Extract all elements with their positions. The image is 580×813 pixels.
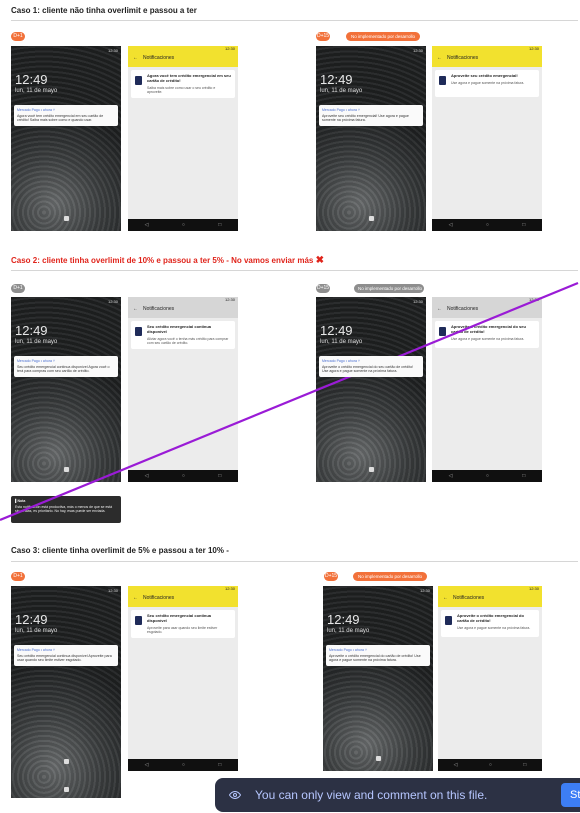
clock: 12:49 <box>15 323 48 338</box>
push-notification[interactable]: Mercado Pago • ahora ˅ Aproveite seu cré… <box>319 105 423 126</box>
notification-app: Mercado Pago • ahora ˅ <box>322 108 360 112</box>
clock: 12:49 <box>15 72 48 87</box>
date: lun, 11 de mayo <box>320 339 363 345</box>
status-bar: 12:30 <box>107 48 118 53</box>
date: lun, 11 de mayo <box>15 628 58 634</box>
lock-icon <box>64 787 69 792</box>
notification-text: Seu crédito emergencial continua disponí… <box>17 365 110 374</box>
clock: 12:49 <box>320 323 353 338</box>
notification-text: Aproveite o crédito emergencial do cartã… <box>329 654 421 663</box>
push-notification[interactable]: Mercado Pago • ahora ˅ Aproveite o crédi… <box>319 356 423 377</box>
date: lun, 11 de mayo <box>15 88 58 94</box>
start-button[interactable]: Sta <box>561 783 580 807</box>
lock-icon <box>369 467 374 472</box>
status-bar: 12:30 <box>107 299 118 304</box>
status-bar: 12:30 <box>412 299 423 304</box>
strike-line-path <box>0 281 579 522</box>
push-notification[interactable]: Mercado Pago • ahora ˅ Aproveite o crédi… <box>326 645 430 666</box>
notification-app: Mercado Pago • ahora ˅ <box>17 648 55 652</box>
lock-icon <box>369 216 374 221</box>
notification-app: Mercado Pago • ahora ˅ <box>17 108 55 112</box>
clock: 12:49 <box>320 72 353 87</box>
push-notification[interactable]: Mercado Pago • ahora ˅ Seu crédito emerg… <box>14 645 118 666</box>
lock-icon <box>376 756 381 761</box>
notification-text: Agora você tem crédito emergencial em se… <box>17 114 104 123</box>
notification-text: Aproveite o crédito emergencial do seu c… <box>322 365 414 374</box>
clock: 12:49 <box>327 612 360 627</box>
notification-text: Seu crédito emergencial continua disponí… <box>17 654 112 663</box>
banner-text: You can only view and comment on this fi… <box>255 788 488 802</box>
date: lun, 11 de mayo <box>327 628 370 634</box>
notification-app: Mercado Pago • ahora ˅ <box>17 359 55 363</box>
push-notification[interactable]: Mercado Pago • ahora ˅ Agora você tem cr… <box>14 105 118 126</box>
lock-icon <box>64 216 69 221</box>
lock-icon <box>64 467 69 472</box>
push-notification[interactable]: Mercado Pago • ahora ˅ Seu crédito emerg… <box>14 356 118 377</box>
eye-icon <box>229 790 241 800</box>
notification-text: Aproveite seu crédito emergencial! Use a… <box>322 114 409 123</box>
notification-app: Mercado Pago • ahora ˅ <box>322 359 360 363</box>
status-bar: 12:30 <box>419 588 430 593</box>
date: lun, 11 de mayo <box>15 339 58 345</box>
status-bar: 12:30 <box>107 588 118 593</box>
date: lun, 11 de mayo <box>320 88 363 94</box>
status-bar: 12:30 <box>412 48 423 53</box>
view-only-banner: You can only view and comment on this fi… <box>215 778 580 812</box>
design-canvas[interactable]: Caso 1: cliente não tinha overlimit e pa… <box>0 0 580 813</box>
lock-icon <box>64 759 69 764</box>
clock: 12:49 <box>15 612 48 627</box>
notification-app: Mercado Pago • ahora ˅ <box>329 648 367 652</box>
